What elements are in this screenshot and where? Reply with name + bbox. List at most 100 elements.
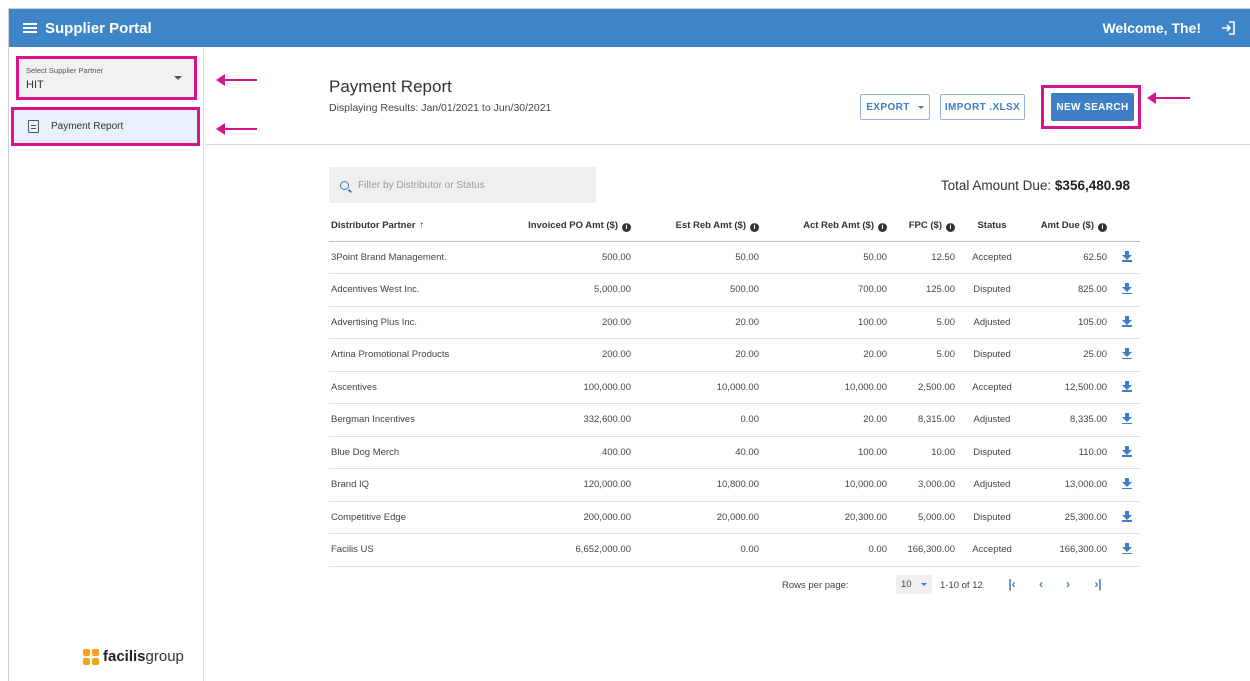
- cell-status: Adjusted: [961, 468, 1023, 502]
- cell-distributor: 3Point Brand Management.: [329, 241, 499, 274]
- cell-download: [1113, 468, 1140, 502]
- cell-est-reb: 10,000.00: [643, 371, 771, 404]
- cell-amt-due: 13,000.00: [1023, 468, 1113, 502]
- cell-download: [1113, 241, 1140, 274]
- chevron-down-icon: [174, 76, 182, 80]
- cell-distributor: Artina Promotional Products: [329, 338, 499, 372]
- cell-est-reb: 0.00: [643, 403, 771, 437]
- column-header-fpc[interactable]: FPC ($) i: [899, 211, 961, 242]
- cell-invoiced: 400.00: [499, 436, 643, 469]
- cell-amt-due: 62.50: [1023, 241, 1113, 274]
- info-icon[interactable]: i: [622, 222, 631, 232]
- export-button[interactable]: EXPORT: [860, 94, 930, 120]
- download-icon[interactable]: [1121, 315, 1132, 327]
- column-header-amt-due[interactable]: Amt Due ($) i: [1023, 211, 1113, 242]
- menu-icon[interactable]: [23, 23, 37, 33]
- cell-est-reb: 10,800.00: [643, 468, 771, 502]
- cell-est-reb: 50.00: [643, 241, 771, 274]
- column-header-invoiced[interactable]: Invoiced PO Amt ($) i: [499, 211, 643, 242]
- table-row[interactable]: Blue Dog Merch 400.00 40.00 100.00 10.00 Disp…: [329, 436, 1140, 469]
- filter-input[interactable]: [358, 179, 578, 191]
- download-icon[interactable]: [1121, 348, 1132, 360]
- logout-icon[interactable]: [1219, 19, 1237, 37]
- download-icon[interactable]: [1121, 380, 1132, 392]
- welcome-text: Welcome, The!: [1102, 20, 1201, 36]
- info-icon[interactable]: i: [946, 222, 955, 232]
- cell-amt-due: 105.00: [1023, 306, 1113, 339]
- cell-act-reb: 20.00: [771, 338, 899, 372]
- cell-act-reb: 20.00: [771, 403, 899, 437]
- cell-distributor: Competitive Edge: [329, 501, 499, 534]
- table-header-row: Distributor Partner ↑ Invoiced PO Amt ($)…: [329, 211, 1140, 242]
- total-amount-due: Total Amount Due: $356,480.98: [941, 178, 1130, 193]
- top-bar: Supplier Portal Welcome, The!: [9, 9, 1250, 47]
- supplier-partner-select[interactable]: Select Supplier Partner HIT: [16, 56, 197, 100]
- cell-status: Disputed: [961, 501, 1023, 534]
- table-row[interactable]: Brand IQ 120,000.00 10,800.00 10,000.00 3,00…: [329, 468, 1140, 502]
- cell-distributor: Advertising Plus Inc.: [329, 306, 499, 339]
- new-search-highlight: NEW SEARCH: [1041, 85, 1141, 129]
- download-icon[interactable]: [1121, 543, 1132, 555]
- total-label: Total Amount Due:: [940, 178, 1052, 193]
- column-header-distributor[interactable]: Distributor Partner ↑: [329, 211, 499, 242]
- table-body: 3Point Brand Management. 500.00 50.00 50.00…: [329, 241, 1140, 567]
- table-row[interactable]: Bergman Incentives 332,600.00 0.00 20.00 8,3…: [329, 403, 1140, 437]
- cell-download: [1113, 533, 1140, 567]
- download-icon[interactable]: [1121, 478, 1132, 490]
- chevron-down-icon: [917, 105, 924, 109]
- brand-mark-icon: [83, 648, 99, 665]
- page-title: Payment Report: [329, 77, 452, 96]
- sort-up-icon: ↑: [419, 220, 425, 232]
- pagination: Rows per page: 10 1-10 of 12 |‹ ‹ › ›|: [329, 572, 1140, 598]
- cell-invoiced: 200.00: [499, 306, 643, 339]
- cell-fpc: 12.50: [899, 241, 961, 274]
- cell-est-reb: 40.00: [643, 436, 771, 469]
- next-page-icon[interactable]: ›: [1061, 577, 1075, 591]
- import-xlsx-button[interactable]: IMPORT .XLSX: [940, 94, 1025, 120]
- cell-status: Disputed: [961, 273, 1023, 307]
- download-icon[interactable]: [1121, 510, 1132, 522]
- table-row[interactable]: Adcentives West Inc. 5,000.00 500.00 700.00…: [329, 273, 1140, 307]
- cell-act-reb: 0.00: [771, 533, 899, 567]
- cell-fpc: 10.00: [899, 436, 961, 469]
- prev-page-icon[interactable]: ‹: [1034, 577, 1048, 591]
- rows-per-page-value: 10: [901, 579, 912, 590]
- table-row[interactable]: Artina Promotional Products 200.00 20.00 20…: [329, 338, 1140, 372]
- info-icon[interactable]: i: [750, 222, 759, 232]
- payment-report-table: Distributor Partner ↑ Invoiced PO Amt ($)…: [329, 211, 1140, 567]
- download-icon[interactable]: [1121, 445, 1132, 457]
- new-search-button[interactable]: NEW SEARCH: [1051, 93, 1134, 121]
- chevron-down-icon: [920, 583, 927, 586]
- sidebar-item-payment-report[interactable]: Payment Report: [11, 107, 200, 146]
- table-row[interactable]: Advertising Plus Inc. 200.00 20.00 100.00 5.…: [329, 306, 1140, 339]
- cell-act-reb: 100.00: [771, 306, 899, 339]
- last-page-icon[interactable]: ›|: [1091, 577, 1105, 591]
- cell-status: Accepted: [961, 533, 1023, 567]
- table-row[interactable]: Competitive Edge 200,000.00 20,000.00 20,30…: [329, 501, 1140, 534]
- cell-invoiced: 100,000.00: [499, 371, 643, 404]
- download-icon[interactable]: [1121, 413, 1132, 425]
- table-row[interactable]: Ascentives 100,000.00 10,000.00 10,000.00 2,…: [329, 371, 1140, 404]
- cell-distributor: Blue Dog Merch: [329, 436, 499, 469]
- cell-act-reb: 20,300.00: [771, 501, 899, 534]
- table-row[interactable]: 3Point Brand Management. 500.00 50.00 50.00…: [329, 241, 1140, 274]
- cell-invoiced: 120,000.00: [499, 468, 643, 502]
- cell-fpc: 3,000.00: [899, 468, 961, 502]
- cell-act-reb: 100.00: [771, 436, 899, 469]
- cell-distributor: Ascentives: [329, 371, 499, 404]
- page-header: Payment Report Displaying Results: Jan/0…: [205, 47, 1250, 145]
- cell-distributor: Adcentives West Inc.: [329, 273, 499, 307]
- first-page-icon[interactable]: |‹: [1005, 577, 1019, 591]
- cell-fpc: 166,300.00: [899, 533, 961, 567]
- column-header-status[interactable]: Status: [961, 211, 1023, 242]
- column-header-est-reb[interactable]: Est Reb Amt ($) i: [643, 211, 771, 242]
- cell-fpc: 8,315.00: [899, 403, 961, 437]
- info-icon[interactable]: i: [878, 222, 887, 232]
- cell-status: Disputed: [961, 338, 1023, 372]
- download-icon[interactable]: [1121, 283, 1132, 295]
- column-header-act-reb[interactable]: Act Reb Amt ($) i: [771, 211, 899, 242]
- rows-per-page-select[interactable]: 10: [896, 575, 932, 594]
- info-icon[interactable]: i: [1098, 222, 1107, 232]
- table-row[interactable]: Facilis US 6,652,000.00 0.00 0.00 166,300.00…: [329, 533, 1140, 567]
- download-icon[interactable]: [1121, 250, 1132, 262]
